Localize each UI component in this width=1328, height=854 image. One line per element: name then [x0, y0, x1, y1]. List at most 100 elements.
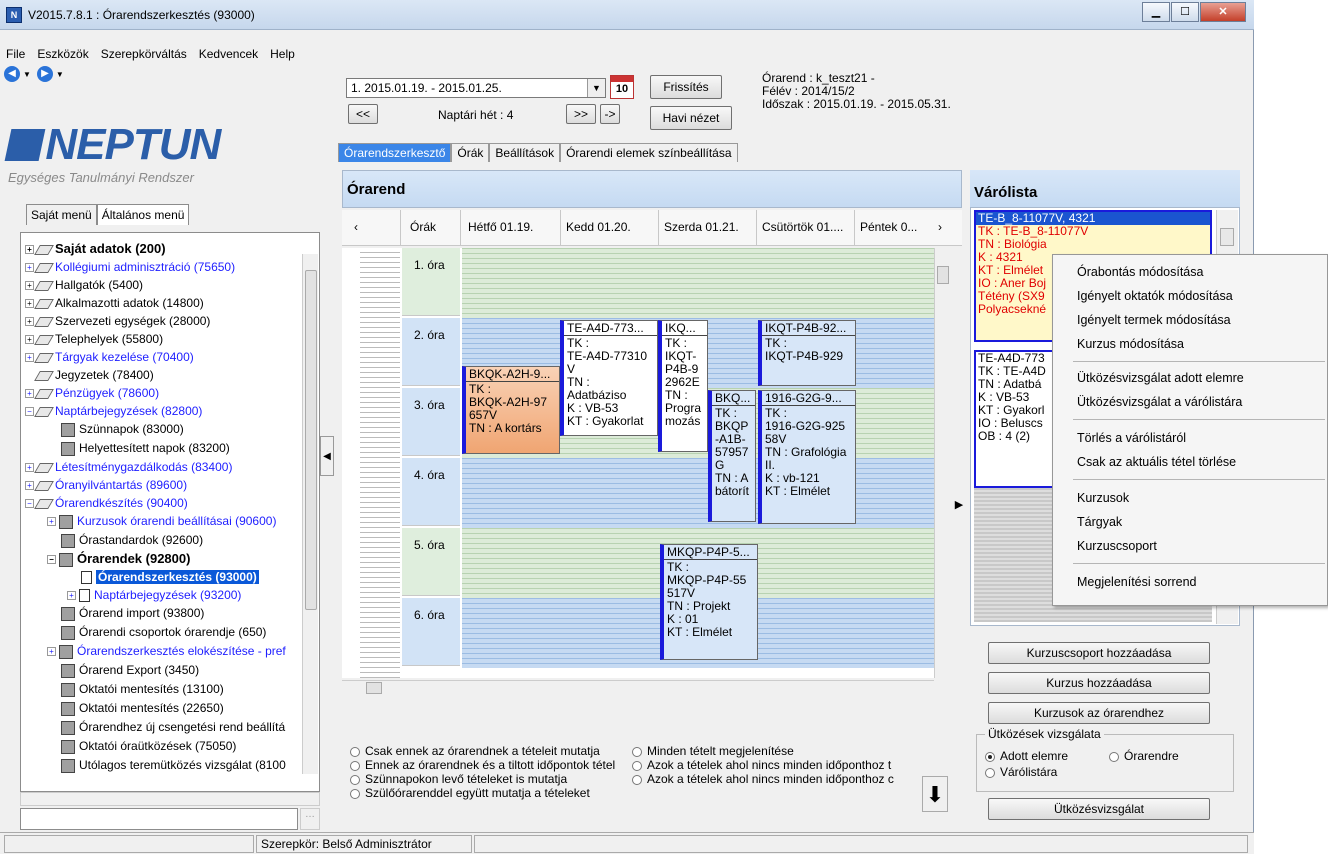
tree-item[interactable]: Jegyzetek (78400) — [34, 367, 154, 383]
left-collapse-arrow-icon[interactable]: ◀ — [320, 436, 334, 476]
tab-szinbeallitas[interactable]: Órarendi elemek színbeállítása — [560, 143, 738, 162]
grid-hscroll-thumb[interactable] — [366, 682, 382, 694]
col-szerda[interactable]: Szerda 01.21. — [664, 220, 739, 234]
col-kedd[interactable]: Kedd 01.20. — [566, 220, 631, 234]
filter-option[interactable]: Azok a tételek ahol nincs minden időpont… — [632, 758, 891, 772]
tree-horizontal-scrollbar[interactable] — [20, 792, 320, 806]
menu-szerepkorvaltas[interactable]: Szerepkörváltás — [95, 44, 193, 64]
course-card[interactable]: MKQP-P4P-5... TK : MKQP-P4P-55 517V TN :… — [660, 544, 758, 660]
right-collapse-arrow-icon[interactable]: ▶ — [952, 470, 966, 540]
radio-icon[interactable] — [632, 774, 642, 785]
waitlist-scroll-thumb[interactable] — [1220, 228, 1234, 246]
menu-search-input[interactable] — [20, 808, 298, 830]
tree-item[interactable]: Órarend Export (3450) — [61, 662, 199, 678]
tree-item[interactable]: + Tárgyak kezelése (70400) — [25, 349, 194, 365]
prev-week-button[interactable]: << — [348, 104, 378, 124]
course-card[interactable]: TE-A4D-773... TK : TE-A4D-77310 V TN : A… — [560, 320, 658, 436]
tree-item[interactable]: + Alkalmazotti adatok (14800) — [25, 295, 204, 311]
tab-orarendszerkeszto[interactable]: Órarendszerkesztő — [338, 143, 452, 162]
col-hetfo[interactable]: Hétfő 01.19. — [468, 220, 533, 234]
radio-icon[interactable] — [350, 760, 360, 771]
radio-icon[interactable] — [632, 746, 642, 757]
ctx-igenyelt-termek[interactable]: Igényelt termek módosítása — [1077, 313, 1231, 327]
tree-item[interactable]: Oktatói óraütközések (75050) — [61, 738, 236, 754]
tree-item[interactable]: + Naptárbejegyzések (93200) — [67, 587, 241, 603]
radio-icon[interactable] — [632, 760, 642, 771]
goto-button[interactable]: -> — [600, 104, 620, 124]
tree-item[interactable]: Oktatói mentesítés (22650) — [61, 700, 224, 716]
tree-item[interactable]: Órarend import (93800) — [61, 605, 204, 621]
scroll-right-icon[interactable]: › — [938, 220, 942, 234]
menu-help[interactable]: Help — [264, 44, 301, 64]
tab-beallitasok[interactable]: Beállítások — [489, 143, 561, 162]
menu-search-button[interactable]: … — [300, 808, 320, 830]
radio-icon[interactable] — [350, 746, 360, 757]
forward-dropdown-icon[interactable]: ▼ — [56, 70, 64, 79]
tree-item[interactable]: + Létesítménygazdálkodás (83400) — [25, 459, 232, 475]
ctx-targyak[interactable]: Tárgyak — [1077, 515, 1122, 529]
ctx-utkozes-elemre[interactable]: Ütközésvizsgálat adott elemre — [1077, 371, 1244, 385]
scroll-left-icon[interactable]: ‹ — [354, 220, 358, 234]
filter-option[interactable]: Azok a tételek ahol nincs minden időpont… — [632, 772, 894, 786]
tree-item[interactable]: + Pénzügyek (78600) — [25, 385, 159, 401]
menu-file[interactable]: File — [0, 44, 31, 64]
option-varolistara[interactable]: Várólistára — [985, 765, 1057, 779]
tree-item[interactable]: + Óranyilvántartás (89600) — [25, 477, 187, 493]
tab-sajat-menu[interactable]: Saját menü — [26, 204, 97, 225]
next-week-button[interactable]: >> — [566, 104, 596, 124]
maximize-button[interactable]: ☐ — [1171, 2, 1199, 22]
option-orarendre[interactable]: Órarendre — [1109, 749, 1179, 763]
calendar-icon[interactable]: 10 — [610, 75, 634, 99]
tree-vertical-scrollbar[interactable] — [302, 254, 318, 774]
course-card[interactable]: 1916-G2G-9... TK : 1916-G2G-925 58V TN :… — [758, 390, 856, 524]
radio-icon[interactable] — [1109, 751, 1119, 762]
col-orak[interactable]: Órák — [410, 220, 436, 234]
tab-orak[interactable]: Órák — [451, 143, 490, 162]
month-view-button[interactable]: Havi nézet — [650, 106, 732, 130]
week-select[interactable]: 1. 2015.01.19. - 2015.01.25. ▼ — [346, 78, 606, 98]
filter-option[interactable]: Szünnapokon levő tételeket is mutatja — [350, 772, 567, 786]
collision-check-button[interactable]: Ütközésvizsgálat — [988, 798, 1210, 820]
add-course-button[interactable]: Kurzus hozzáadása — [988, 672, 1210, 694]
filter-option[interactable]: Minden tételt megjelenítése — [632, 744, 794, 758]
course-card[interactable]: IKQT-P4B-92... TK : IKQT-P4B-929 — [758, 320, 856, 386]
forward-arrow-icon[interactable]: ▶ — [36, 66, 53, 82]
tree-item[interactable]: + Saját adatok (200) — [25, 241, 166, 257]
ctx-orabontas[interactable]: Órabontás módosítása — [1077, 265, 1203, 279]
tree-item[interactable]: − Naptárbejegyzések (82800) — [25, 403, 202, 419]
tree-item[interactable]: + Telephelyek (55800) — [25, 331, 163, 347]
tree-scroll-thumb[interactable] — [305, 270, 317, 610]
tree-item[interactable]: Órarendhez új csengetési rend beállítá — [61, 719, 285, 735]
tree-item-selected[interactable]: Órarendszerkesztés (93000) — [81, 569, 259, 585]
ctx-kurzuscsoport[interactable]: Kurzuscsoport — [1077, 539, 1157, 553]
tree-item[interactable]: Órarendi csoportok órarendje (650) — [61, 624, 266, 640]
tree-item[interactable]: + Kurzusok órarendi beállításai (90600) — [47, 513, 276, 529]
menu-eszkozok[interactable]: Eszközök — [31, 44, 94, 64]
ctx-aktualis-torles[interactable]: Csak az aktuális tétel törlése — [1077, 455, 1236, 469]
ctx-kurzusok[interactable]: Kurzusok — [1077, 491, 1129, 505]
filter-option[interactable]: Szülőórarenddel együtt mutatja a tételek… — [350, 786, 590, 800]
filter-option[interactable]: Ennek az órarendnek és a tiltott időpont… — [350, 758, 615, 772]
ctx-utkozes-varolistara[interactable]: Ütközésvizsgálat a várólistára — [1077, 395, 1242, 409]
ctx-torles[interactable]: Törlés a várólistáról — [1077, 431, 1186, 445]
tree-item[interactable]: Órastandardok (92600) — [61, 532, 203, 548]
ctx-igenyelt-oktatok[interactable]: Igényelt oktatók módosítása — [1077, 289, 1233, 303]
course-card[interactable]: IKQ... TK : IKQT- P4B-9 2962E TN : Progr… — [658, 320, 708, 452]
grid-horizontal-scrollbar[interactable] — [342, 680, 934, 694]
tree-item[interactable]: − Órarendkészítés (90400) — [25, 495, 188, 511]
course-card[interactable]: BKQ... TK : BKQP -A1B- 57957 G TN : A bá… — [708, 390, 756, 522]
course-card[interactable]: BKQK-A2H-9... TK : BKQK-A2H-97 657V TN :… — [462, 366, 560, 454]
col-pentek[interactable]: Péntek 0... — [860, 220, 917, 234]
tree-item[interactable]: Oktatói mentesítés (13100) — [61, 681, 224, 697]
tab-altalanos-menu[interactable]: Általános menü — [96, 204, 190, 225]
radio-selected-icon[interactable] — [985, 751, 995, 762]
ctx-megjelenitesi-sorrend[interactable]: Megjelenítési sorrend — [1077, 575, 1197, 589]
down-arrow-icon[interactable]: ⬇ — [922, 776, 948, 812]
option-adott-elemre[interactable]: Adott elemre — [985, 749, 1068, 763]
tree-item[interactable]: + Órarendszerkesztés elokészítése - pref — [47, 643, 286, 659]
refresh-button[interactable]: Frissítés — [650, 75, 722, 99]
radio-icon[interactable] — [985, 767, 995, 778]
tree-item[interactable]: + Szervezeti egységek (28000) — [25, 313, 210, 329]
ctx-kurzus-modositasa[interactable]: Kurzus módosítása — [1077, 337, 1184, 351]
tree-item[interactable]: + Hallgatók (5400) — [25, 277, 143, 293]
